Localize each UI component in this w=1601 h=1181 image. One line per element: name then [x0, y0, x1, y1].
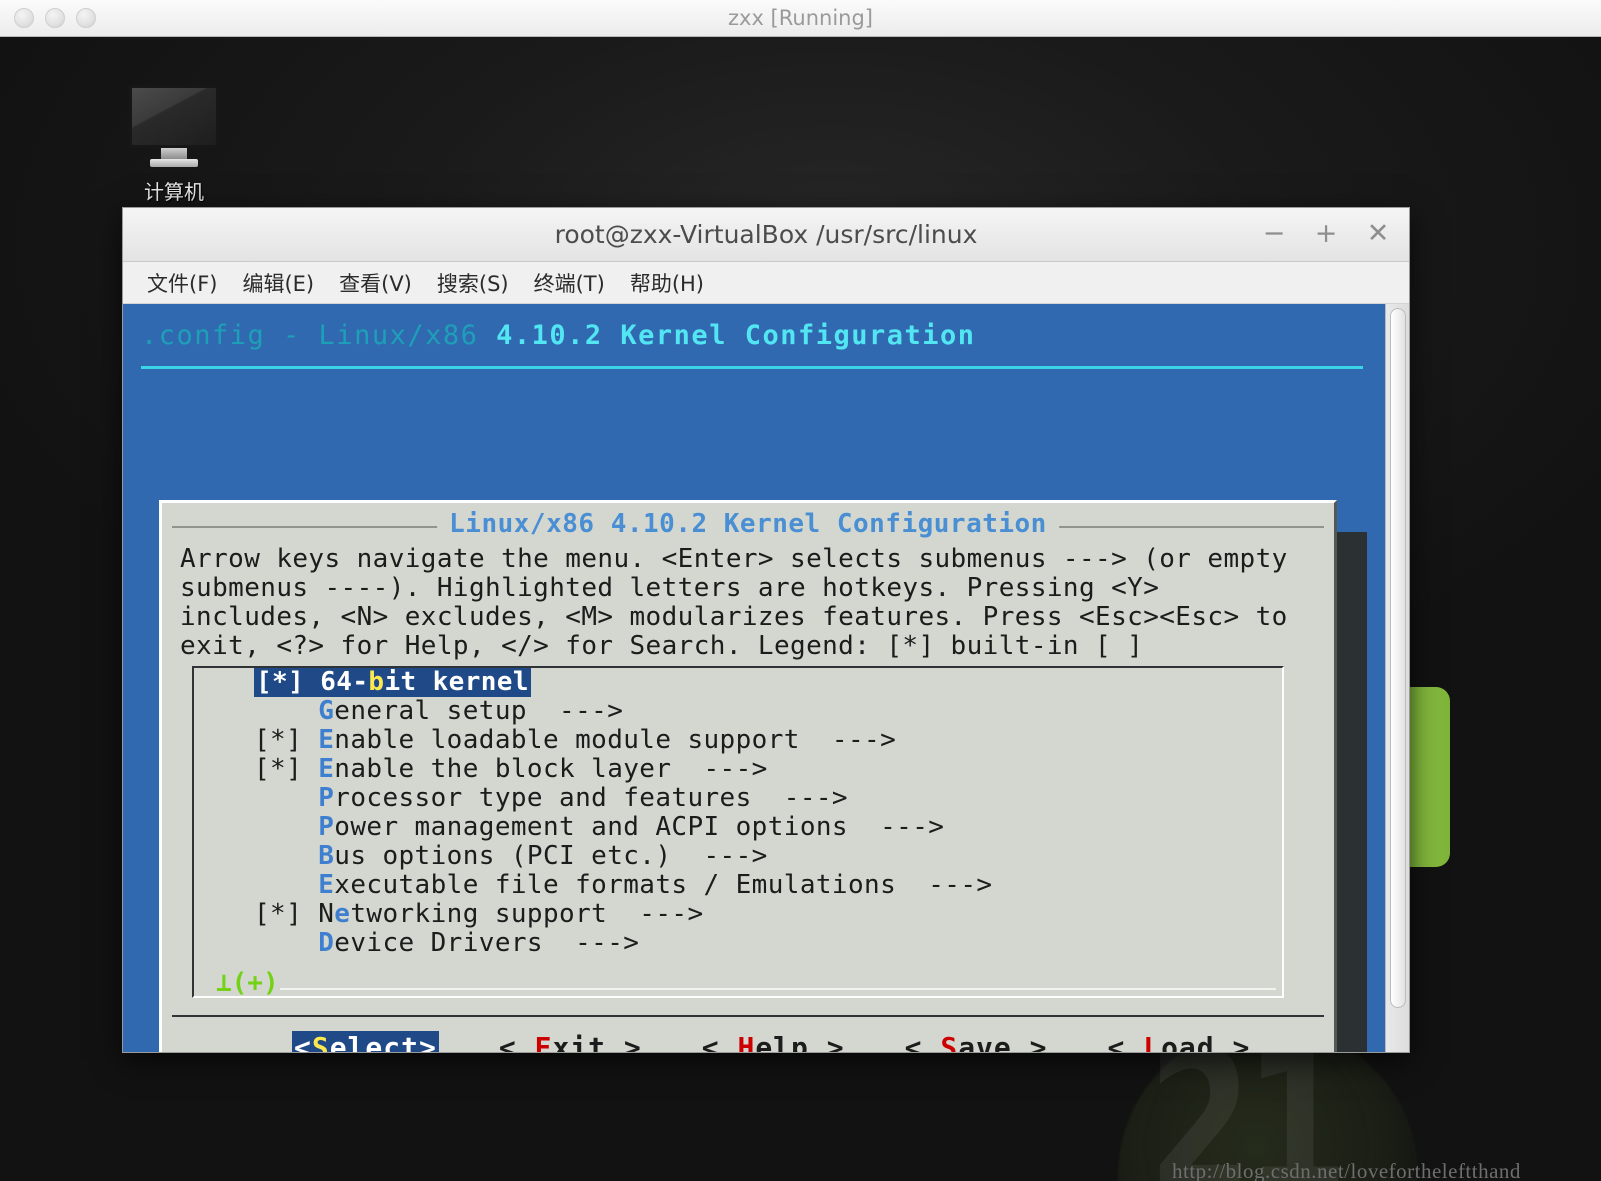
button-hotkey-letter: S	[311, 1031, 330, 1052]
minimize-icon[interactable]: −	[1261, 220, 1287, 248]
watermark-url: http://blog.csdn.net/lovefortheleftthand	[1172, 1159, 1521, 1181]
option-hotkey-letter: E	[318, 870, 335, 900]
button-hotkey-letter: L	[1143, 1031, 1162, 1052]
menu-item-view[interactable]: 查看(V)	[329, 265, 422, 301]
option-hotkey-letter: G	[318, 696, 335, 726]
option-label: tworking support --->	[350, 899, 704, 929]
terminal-scrollbar-thumb[interactable]	[1390, 308, 1406, 1008]
buttons-separator	[172, 1015, 1324, 1017]
option-label: nable the block layer --->	[334, 754, 768, 784]
option-hotkey-letter: E	[318, 754, 335, 784]
option-hotkey-letter: P	[318, 812, 335, 842]
option-hotkey-letter: P	[318, 783, 335, 813]
help-line-1: Arrow keys navigate the menu. <Enter> se…	[180, 544, 1288, 574]
scroll-more-indicator: ⊥(+)	[216, 968, 279, 998]
dialog-title-rule-right	[1034, 526, 1324, 528]
option-hotkey-letter: E	[318, 725, 335, 755]
menu-item-help[interactable]: 帮助(H)	[620, 265, 714, 301]
option-label: rocessor type and features --->	[334, 783, 848, 813]
menuconfig-header-suffix: Kernel Configuration	[602, 320, 976, 351]
menu-option-row[interactable]: Device Drivers --->	[194, 929, 1282, 958]
help-line-3: includes, <N> excludes, <M> modularizes …	[180, 602, 1288, 632]
menu-option-row[interactable]: Executable file formats / Emulations ---…	[194, 871, 1282, 900]
terminal-window: root@zxx-VirtualBox /usr/src/linux − + ✕…	[122, 207, 1410, 1053]
menu-option-row[interactable]: Bus options (PCI etc.) --->	[194, 842, 1282, 871]
close-icon[interactable]: ✕	[1365, 220, 1391, 248]
menu-option-row[interactable]: [*] Networking support --->	[194, 900, 1282, 929]
menuconfig-dialog: Linux/x86 4.10.2 Kernel Configuration Ar…	[159, 500, 1337, 1052]
menuconfig-header: .config - Linux/x86 4.10.2 Kernel Config…	[141, 320, 976, 351]
dialog-title-row: Linux/x86 4.10.2 Kernel Configuration	[162, 509, 1334, 543]
terminal-window-controls: − + ✕	[1261, 208, 1391, 262]
option-hotkey-letter: B	[318, 841, 335, 871]
terminal-window-title: root@zxx-VirtualBox /usr/src/linux	[554, 220, 978, 249]
menu-item-file[interactable]: 文件(F)	[137, 265, 227, 301]
vbox-window-title: zxx [Running]	[728, 6, 873, 30]
menu-item-edit[interactable]: 编辑(E)	[232, 265, 324, 301]
monitor-base-shape	[150, 159, 198, 167]
menuconfig-header-prefix: .config - Linux/x86	[141, 320, 497, 351]
help-line-4: exit, <?> for Help, </> for Search. Lege…	[180, 631, 1144, 661]
terminal-canvas[interactable]: .config - Linux/x86 4.10.2 Kernel Config…	[123, 304, 1385, 1052]
monitor-screen-shape	[129, 85, 219, 148]
menu-option-row[interactable]: General setup --->	[194, 697, 1282, 726]
button-hotkey-letter: E	[534, 1031, 553, 1052]
menu-item-search[interactable]: 搜索(S)	[427, 265, 519, 301]
button-e-xit[interactable]: < Exit >	[499, 1031, 642, 1052]
menu-option-row[interactable]: Power management and ACPI options --->	[194, 813, 1282, 842]
menuconfig-header-rule	[141, 366, 1363, 369]
button-hotkey-letter: S	[940, 1031, 959, 1052]
menuconfig-option-list[interactable]: [*] 64-bit kernel General setup ---> [*] …	[192, 666, 1284, 998]
option-label: nable loadable module support --->	[334, 725, 897, 755]
selected-option-highlight: [*] 64-bit kernel	[254, 667, 531, 697]
terminal-scrollbar[interactable]	[1385, 304, 1409, 1052]
button-h-elp[interactable]: < Help >	[702, 1031, 845, 1052]
terminal-titlebar[interactable]: root@zxx-VirtualBox /usr/src/linux − + ✕	[123, 208, 1409, 262]
option-label: eneral setup --->	[334, 696, 624, 726]
button-l-oad[interactable]: < Load >	[1108, 1031, 1251, 1052]
desktop: 21 http://blog.csdn.net/lovefortheleftth…	[0, 37, 1601, 1181]
menuconfig-header-version: 4.10.2	[496, 320, 603, 351]
option-hotkey-letter: D	[318, 928, 335, 958]
option-label: xecutable file formats / Emulations --->	[334, 870, 993, 900]
option-hotkey-letter: b	[368, 667, 385, 697]
menu-option-row[interactable]: [*] 64-bit kernel	[194, 668, 1282, 697]
menu-option-row[interactable]: [*] Enable loadable module support --->	[194, 726, 1282, 755]
desktop-icon-label: 计算机	[144, 180, 204, 204]
terminal-body: .config - Linux/x86 4.10.2 Kernel Config…	[123, 304, 1409, 1052]
option-hotkey-letter: e	[334, 899, 351, 929]
menu-option-row[interactable]: Processor type and features --->	[194, 784, 1282, 813]
menu-option-row[interactable]: [*] Enable the block layer --->	[194, 755, 1282, 784]
option-label: evice Drivers --->	[334, 928, 640, 958]
button-s-elect[interactable]: <Select>	[292, 1031, 439, 1052]
menu-item-terminal[interactable]: 终端(T)	[524, 265, 615, 301]
button-s-ave[interactable]: < Save >	[905, 1031, 1048, 1052]
vbox-host-titlebar: zxx [Running]	[0, 0, 1601, 37]
desktop-icon-computer[interactable]: 计算机	[124, 85, 224, 205]
monitor-neck-shape	[161, 148, 187, 159]
button-hotkey-letter: H	[737, 1031, 756, 1052]
menuconfig-button-row: <Select> < Exit > < Help > < Save > < Load >	[162, 1031, 1334, 1052]
listbox-bottom-rule	[280, 988, 1276, 990]
menuconfig-help-text: Arrow keys navigate the menu. <Enter> se…	[162, 543, 1334, 661]
dialog-title-rule-left	[172, 526, 462, 528]
dialog-title: Linux/x86 4.10.2 Kernel Configuration	[437, 509, 1059, 539]
terminal-menubar: 文件(F) 编辑(E) 查看(V) 搜索(S) 终端(T) 帮助(H)	[123, 262, 1409, 304]
option-label: us options (PCI etc.) --->	[334, 841, 768, 871]
help-line-2: submenus ----). Highlighted letters are …	[180, 573, 1160, 603]
maximize-icon[interactable]: +	[1313, 220, 1339, 248]
monitor-icon	[124, 85, 224, 167]
option-label: ower management and ACPI options --->	[334, 812, 945, 842]
